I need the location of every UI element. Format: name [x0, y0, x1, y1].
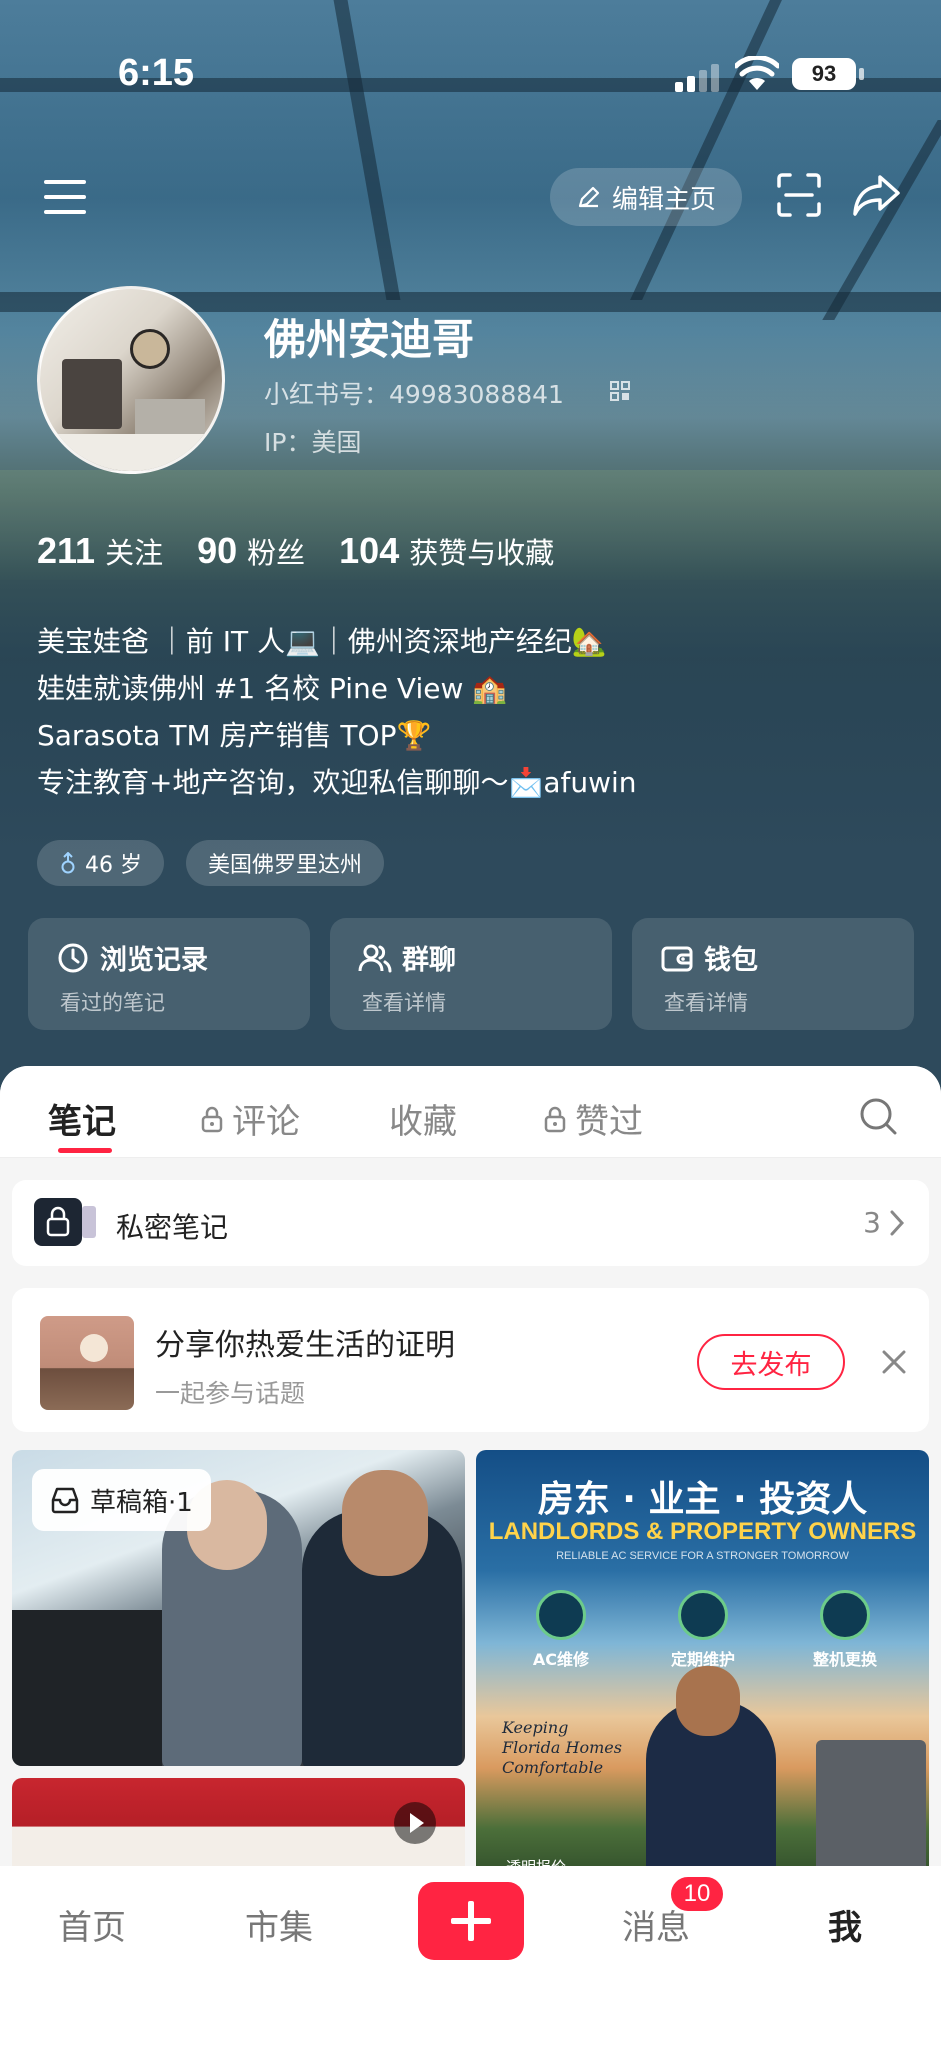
tab-label: 笔记: [48, 1102, 116, 1142]
ad-tagline: RELIABLE AC SERVICE FOR A STRONGER TOMOR…: [556, 1550, 849, 1562]
edit-profile-label: 编辑主页: [611, 184, 716, 215]
create-post-button[interactable]: [418, 1882, 524, 1960]
service-item: 定期维护: [638, 1590, 768, 1670]
avatar[interactable]: [37, 286, 225, 474]
bio-line: 娃娃就读佛州 #1 名校 Pine View 🏫: [37, 672, 508, 705]
private-notes-label: 私密笔记: [116, 1211, 229, 1244]
location-label: 美国佛罗里达州: [208, 853, 363, 878]
service-label: AC维修: [532, 1650, 590, 1669]
bio: 美宝娃爸 ｜前 IT 人💻｜佛州资深地产经纪🏡 娃娃就读佛州 #1 名校 Pin…: [37, 618, 637, 806]
ad-title: 房东 · 业主 · 投资人: [537, 1479, 868, 1520]
drafts-badge[interactable]: 草稿箱·1: [32, 1469, 211, 1531]
wallet-icon: [661, 946, 693, 971]
male-icon: [61, 852, 75, 874]
profile-tabs: 笔记 评论 收藏 赞过: [0, 1066, 941, 1158]
bio-line: 美宝娃爸 ｜前 IT 人💻｜佛州资深地产经纪🏡: [37, 625, 607, 658]
private-notes-count: 3: [863, 1206, 881, 1239]
private-notes-row[interactable]: 私密笔记 3: [12, 1180, 929, 1266]
menu-icon[interactable]: [44, 180, 88, 216]
card-subtitle: 查看详情: [664, 991, 748, 1015]
group-chat-card[interactable]: 群聊 查看详情: [330, 918, 612, 1030]
service-item: 整机更换: [780, 1590, 910, 1670]
status-bar: 6:15 93: [0, 0, 941, 150]
ad-footer: 透明报价: [506, 1856, 566, 1866]
quick-cards: 浏览记录 看过的笔记 群聊 查看详情 钱包 查看详情: [28, 918, 914, 1030]
tab-notes[interactable]: 笔记: [48, 1094, 116, 1143]
pencil-icon: [578, 186, 600, 208]
status-time: 6:15: [118, 52, 195, 94]
rednote-id[interactable]: 小红书号：49983088841: [264, 375, 564, 411]
bio-line: 专注教育+地产咨询，欢迎私信聊聊～📩afuwin: [37, 766, 637, 799]
clock-icon: [58, 943, 88, 972]
card-title: 群聊: [402, 945, 456, 976]
tab-liked[interactable]: 赞过: [543, 1094, 643, 1143]
profile-stats: 211 关注 90 粉丝 104 获赞与收藏: [37, 530, 554, 572]
wallet-card[interactable]: 钱包 查看详情: [632, 918, 914, 1030]
stat-label: 关注: [105, 536, 164, 570]
lock-icon: [544, 1106, 566, 1132]
profile-name: 佛州安迪哥: [264, 315, 475, 364]
card-title: 钱包: [704, 945, 758, 976]
share-icon[interactable]: [852, 172, 902, 218]
play-icon: [394, 1802, 436, 1844]
active-tab-indicator: [58, 1148, 112, 1153]
private-notes-thumbnail: [34, 1198, 82, 1246]
topic-title: 分享你热爱生活的证明: [155, 1328, 455, 1363]
stat-number: 90: [197, 530, 238, 571]
following-stat[interactable]: 211 关注: [37, 530, 163, 572]
topic-banner: 分享你热爱生活的证明 一起参与话题 去发布: [12, 1288, 929, 1432]
topic-thumbnail: [40, 1316, 134, 1410]
publish-button[interactable]: 去发布: [697, 1334, 845, 1390]
qr-code-icon[interactable]: [610, 381, 630, 401]
group-icon: [358, 944, 392, 972]
stat-number: 211: [37, 530, 96, 571]
wifi-icon: [735, 56, 779, 90]
age-label: 46 岁: [85, 853, 142, 878]
history-card[interactable]: 浏览记录 看过的笔记: [28, 918, 310, 1030]
tab-comments[interactable]: 评论: [200, 1094, 300, 1143]
likes-stat[interactable]: 104 获赞与收藏: [339, 530, 554, 572]
tab-label: 收藏: [389, 1102, 457, 1142]
tab-label: 赞过: [575, 1102, 643, 1142]
video-note-tile[interactable]: [12, 1778, 465, 1866]
age-tag: 46 岁: [37, 840, 164, 886]
ad-slogan: Keeping Florida Homes Comfortable: [502, 1718, 622, 1777]
note-tile-ac-service[interactable]: 房东 · 业主 · 投资人 LANDLORDS & PROPERTY OWNER…: [476, 1450, 929, 1866]
tab-collections[interactable]: 收藏: [389, 1094, 457, 1143]
card-subtitle: 查看详情: [362, 991, 446, 1015]
nav-home[interactable]: 首页: [58, 1900, 126, 1949]
stat-number: 104: [339, 530, 400, 571]
topic-subtitle: 一起参与话题: [155, 1379, 306, 1408]
card-subtitle: 看过的笔记: [60, 991, 165, 1015]
close-icon[interactable]: [880, 1348, 908, 1376]
inbox-icon: [51, 1487, 79, 1514]
lock-icon: [201, 1106, 223, 1132]
drafts-label: 草稿箱·1: [90, 1487, 193, 1518]
profile-tags: 46 岁 美国佛罗里达州: [37, 840, 385, 886]
nav-market[interactable]: 市集: [245, 1900, 313, 1949]
ad-subtitle: LANDLORDS & PROPERTY OWNERS: [488, 1518, 917, 1545]
nav-me[interactable]: 我: [828, 1900, 862, 1949]
stat-label: 获赞与收藏: [409, 536, 555, 570]
messages-badge: 10: [668, 1874, 726, 1914]
tab-label: 评论: [232, 1102, 300, 1142]
stat-label: 粉丝: [247, 536, 306, 570]
bio-line: Sarasota TM 房产销售 TOP🏆: [37, 719, 432, 752]
battery-indicator: 93: [792, 58, 864, 90]
edit-profile-button[interactable]: 编辑主页: [550, 168, 742, 226]
search-icon[interactable]: [858, 1096, 898, 1136]
ip-location: IP：美国: [264, 428, 362, 457]
service-item: AC维修: [496, 1590, 626, 1670]
scan-icon[interactable]: [776, 172, 822, 218]
chevron-right-icon: [890, 1210, 905, 1236]
followers-stat[interactable]: 90 粉丝: [197, 530, 305, 572]
bottom-nav: 首页 市集 消息 10 我: [0, 1866, 941, 2048]
card-title: 浏览记录: [100, 945, 208, 976]
service-label: 整机更换: [812, 1650, 877, 1669]
cellular-signal-icon: [675, 62, 723, 92]
profile-content: 笔记 评论 收藏 赞过 私密笔记 3 分享你热爱生活的证明 一起参与话题 去发布…: [0, 1066, 941, 1866]
lock-icon: [46, 1206, 70, 1237]
location-tag: 美国佛罗里达州: [186, 840, 385, 886]
